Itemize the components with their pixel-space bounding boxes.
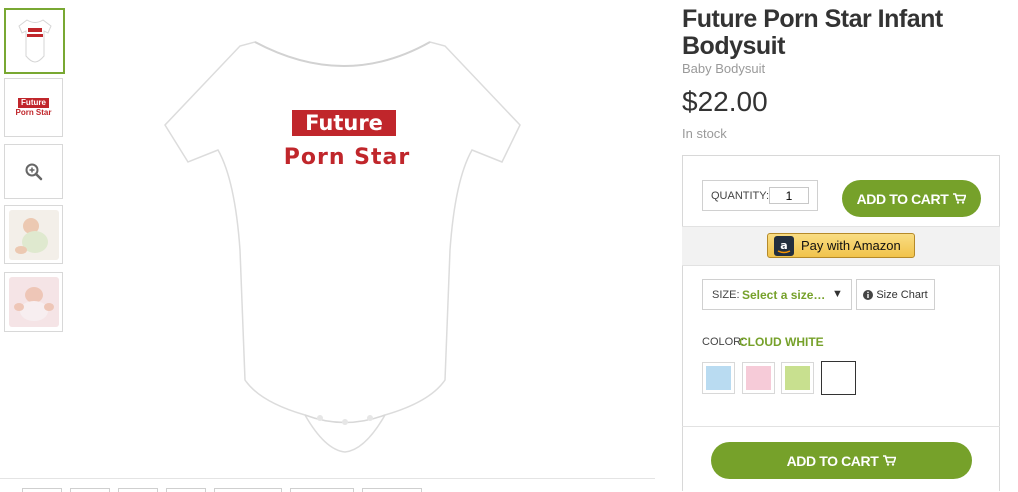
divider	[682, 426, 1000, 427]
cart-icon	[953, 193, 967, 204]
caret-down-icon: ▼	[832, 288, 843, 300]
mini-design-print: Future Porn Star	[15, 97, 52, 117]
pay-with-amazon-button[interactable]: a Pay with Amazon	[767, 233, 915, 258]
tab-stub[interactable]	[166, 488, 206, 492]
amazon-button-label: Pay with Amazon	[801, 238, 901, 253]
tab-stub[interactable]	[22, 488, 62, 492]
swatch-light-blue[interactable]	[702, 362, 735, 394]
add-to-cart-button[interactable]: ADD TO CART	[842, 180, 981, 217]
product-image	[164, 41, 521, 453]
thumbnail-design[interactable]: Future Porn Star	[4, 78, 63, 137]
quantity-input[interactable]	[769, 187, 809, 204]
swatch-fill	[706, 366, 731, 390]
baby-photo-image	[8, 277, 59, 327]
tab-stub[interactable]	[362, 488, 422, 492]
swatch-pink[interactable]	[742, 362, 775, 394]
baby-photo-image	[8, 209, 59, 260]
cart-icon	[883, 455, 897, 466]
quantity-label: QUANTITY:	[711, 190, 770, 202]
size-label: SIZE:	[712, 289, 740, 301]
stock-status: In stock	[682, 126, 727, 141]
size-chart-label: Size Chart	[876, 288, 928, 301]
swatch-fill	[826, 366, 851, 390]
thumbnail-photo-1[interactable]	[4, 205, 63, 264]
amazon-logo-icon: a	[774, 235, 794, 256]
tab-stub[interactable]	[70, 488, 110, 492]
thumbnail-product[interactable]	[4, 8, 65, 74]
info-icon	[863, 289, 874, 300]
tab-stub[interactable]	[214, 488, 282, 492]
swatch-green[interactable]	[781, 362, 814, 394]
color-value: CLOUD WHITE	[739, 335, 824, 349]
add-to-cart-label: ADD TO CART	[856, 190, 949, 207]
svg-text:a: a	[780, 239, 787, 252]
thumbnail-zoom[interactable]	[4, 144, 63, 199]
tab-stub[interactable]	[290, 488, 354, 492]
swatch-fill	[785, 366, 810, 390]
size-value: Select a size…	[742, 288, 826, 302]
tab-stub[interactable]	[118, 488, 158, 492]
zoom-in-icon	[25, 163, 42, 180]
bottom-add-to-cart-button[interactable]: ADD TO CART	[711, 442, 972, 479]
size-chart-button[interactable]: Size Chart	[856, 279, 935, 310]
mini-bodysuit-image	[17, 19, 52, 63]
print-line1: Future	[292, 110, 396, 136]
thumbnail-photo-2[interactable]	[4, 272, 63, 332]
product-subtitle: Baby Bodysuit	[682, 61, 766, 76]
swatch-fill	[746, 366, 771, 390]
swatch-cloud-white[interactable]	[821, 361, 856, 395]
color-label: COLOR:	[702, 336, 745, 348]
product-title: Future Porn Star Infant Bodysuit	[682, 5, 943, 60]
print-line2: Porn Star	[283, 145, 411, 170]
product-price: $22.00	[682, 86, 768, 117]
bottom-add-to-cart-label: ADD TO CART	[786, 452, 879, 469]
